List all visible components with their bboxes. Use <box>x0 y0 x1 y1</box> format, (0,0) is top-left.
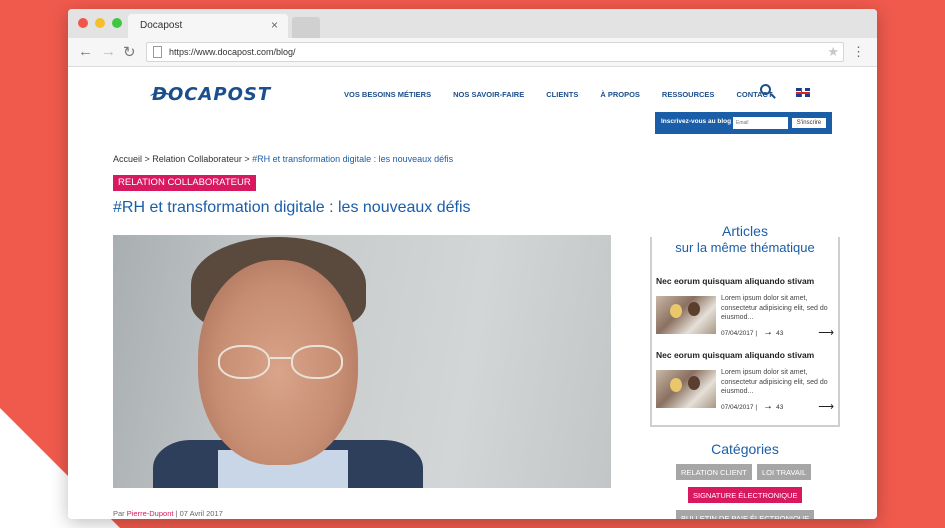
categories-heading: Catégories <box>711 441 779 457</box>
related-article-title[interactable]: Nec eorum quisquam aliquando stivam <box>656 276 834 286</box>
site-logo[interactable]: DOCAPOST <box>152 84 271 105</box>
related-articles-heading: Articles sur la même thématique <box>650 222 840 255</box>
article-hero-image <box>113 235 611 488</box>
related-article-thumbnail[interactable] <box>656 370 716 408</box>
byline-prefix: Par <box>113 509 127 518</box>
newsletter-email-input[interactable] <box>733 117 788 129</box>
close-icon[interactable]: × <box>271 18 278 32</box>
related-article-thumbnail[interactable] <box>656 296 716 334</box>
share-icon[interactable]: ⭢ <box>765 402 771 412</box>
address-bar[interactable]: https://www.docapost.com/blog/ ★ <box>146 42 844 62</box>
tag-loi-travail[interactable]: LOI TRAVAIL <box>757 464 812 480</box>
search-icon[interactable] <box>760 84 771 95</box>
nav-item-savoir-faire[interactable]: NOS SAVOIR-FAIRE <box>453 90 524 99</box>
author-link[interactable]: Pierre-Dupont <box>127 509 174 518</box>
uk-flag-icon[interactable] <box>796 88 810 97</box>
browser-toolbar: ← → ↻ https://www.docapost.com/blog/ ★ ⋮ <box>68 38 877 67</box>
related-article-excerpt: Lorem ipsum dolor sit amet, consectetur … <box>721 369 828 395</box>
close-window-button[interactable] <box>78 18 88 28</box>
minimize-window-button[interactable] <box>95 18 105 28</box>
article-title: #RH et transformation digitale : les nou… <box>113 199 471 216</box>
nav-item-a-propos[interactable]: À PROPOS <box>600 90 640 99</box>
newsletter-label: Inscrivez-vous au blog <box>661 118 732 125</box>
tab-bar: Docapost × <box>68 9 877 38</box>
related-article-item[interactable]: Nec eorum quisquam aliquando stivam Lore… <box>656 276 834 339</box>
related-article-date: 07/04/2017 <box>721 404 754 411</box>
share-count: 43 <box>776 404 784 411</box>
tag-signature-electronique[interactable]: SIGNATURE ÉLECTRONIQUE <box>688 487 803 503</box>
tab-title: Docapost <box>140 20 183 31</box>
nav-item-clients[interactable]: CLIENTS <box>546 90 578 99</box>
related-article-meta: 07/04/2017 | ⭢ 43 <box>721 328 784 338</box>
web-page: DOCAPOST VOS BESOINS MÉTIERS NOS SAVOIR-… <box>68 68 877 519</box>
related-title-line2: sur la même thématique <box>658 240 832 255</box>
article-byline: Par Pierre-Dupont | 07 Avril 2017 <box>113 509 223 518</box>
main-navigation: VOS BESOINS MÉTIERS NOS SAVOIR-FAIRE CLI… <box>344 90 795 99</box>
nav-item-besoins-metiers[interactable]: VOS BESOINS MÉTIERS <box>344 90 431 99</box>
window-controls <box>78 18 122 28</box>
related-article-item[interactable]: Nec eorum quisquam aliquando stivam Lore… <box>656 350 834 413</box>
breadcrumb-path[interactable]: Accueil > Relation Collaborateur > <box>113 154 252 164</box>
reload-icon[interactable]: ↻ <box>123 43 136 61</box>
share-icon[interactable]: ⭢ <box>765 328 771 338</box>
related-article-meta: 07/04/2017 | ⭢ 43 <box>721 402 784 412</box>
new-tab-button[interactable] <box>292 17 320 38</box>
url-text[interactable]: https://www.docapost.com/blog/ <box>169 47 296 57</box>
newsletter-signup: Inscrivez-vous au blog S'inscrire <box>655 112 832 134</box>
tab-docapost[interactable]: Docapost × <box>128 14 288 38</box>
page-icon <box>153 46 162 58</box>
related-title-line1: Articles <box>718 223 772 239</box>
browser-window: Docapost × ← → ↻ https://www.docapost.co… <box>68 9 877 519</box>
share-count: 43 <box>776 330 784 337</box>
related-article-date: 07/04/2017 <box>721 330 754 337</box>
related-article-excerpt: Lorem ipsum dolor sit amet, consectetur … <box>721 295 828 321</box>
tag-bulletin-de-paie[interactable]: BULLETIN DE PAIE ÉLECTRONIQUE <box>676 510 815 519</box>
menu-icon[interactable]: ⋮ <box>852 44 865 60</box>
back-arrow-icon[interactable]: ← <box>78 43 93 60</box>
breadcrumb-current: #RH et transformation digitale : les nou… <box>252 154 454 164</box>
arrow-right-icon[interactable]: ⟶ <box>818 400 834 413</box>
nav-item-ressources[interactable]: RESSOURCES <box>662 90 715 99</box>
newsletter-subscribe-button[interactable]: S'inscrire <box>791 117 827 129</box>
forward-arrow-icon[interactable]: → <box>101 43 116 60</box>
tag-relation-client[interactable]: RELATION CLIENT <box>676 464 752 480</box>
article-date: | 07 Avril 2017 <box>173 509 223 518</box>
related-article-title[interactable]: Nec eorum quisquam aliquando stivam <box>656 350 834 360</box>
breadcrumb: Accueil > Relation Collaborateur > #RH e… <box>113 154 453 164</box>
category-badge[interactable]: RELATION COLLABORATEUR <box>113 175 256 191</box>
maximize-window-button[interactable] <box>112 18 122 28</box>
star-icon[interactable]: ★ <box>827 44 839 60</box>
arrow-right-icon[interactable]: ⟶ <box>818 326 834 339</box>
